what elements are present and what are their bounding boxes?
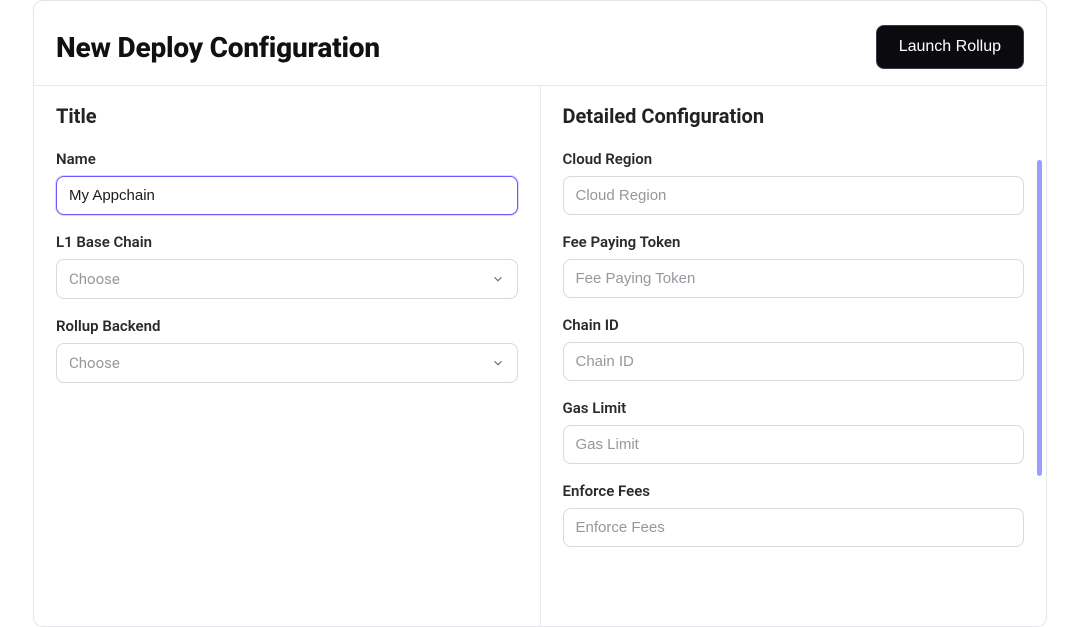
cloud-region-field: Cloud Region: [563, 150, 1025, 215]
cloud-region-label: Cloud Region: [563, 150, 1025, 168]
deploy-config-card: New Deploy Configuration Launch Rollup T…: [33, 0, 1047, 627]
chevron-down-icon: [491, 356, 505, 370]
chevron-down-icon: [491, 272, 505, 286]
l1-base-chain-select[interactable]: Choose: [56, 259, 518, 299]
rollup-backend-value: Choose: [69, 354, 120, 372]
chain-id-input[interactable]: [563, 342, 1025, 381]
l1-base-chain-value: Choose: [69, 270, 120, 288]
card-header: New Deploy Configuration Launch Rollup: [34, 1, 1046, 85]
title-section-heading: Title: [56, 104, 518, 128]
gas-limit-input[interactable]: [563, 425, 1025, 464]
fee-paying-token-label: Fee Paying Token: [563, 233, 1025, 251]
fee-paying-token-input[interactable]: [563, 259, 1025, 298]
title-section: Title Name L1 Base Chain Choose Roll: [34, 86, 541, 626]
detailed-config-heading: Detailed Configuration: [563, 104, 1025, 128]
enforce-fees-field: Enforce Fees: [563, 482, 1025, 547]
name-input[interactable]: [56, 176, 518, 215]
fee-paying-token-field: Fee Paying Token: [563, 233, 1025, 298]
config-columns: Title Name L1 Base Chain Choose Roll: [34, 85, 1046, 626]
detailed-config-section: Detailed Configuration Cloud Region Fee …: [541, 86, 1047, 626]
chain-id-label: Chain ID: [563, 316, 1025, 334]
l1-base-chain-field: L1 Base Chain Choose: [56, 233, 518, 299]
page-title: New Deploy Configuration: [56, 31, 380, 64]
rollup-backend-label: Rollup Backend: [56, 317, 518, 335]
chain-id-field: Chain ID: [563, 316, 1025, 381]
rollup-backend-field: Rollup Backend Choose: [56, 317, 518, 383]
gas-limit-label: Gas Limit: [563, 399, 1025, 417]
l1-base-chain-label: L1 Base Chain: [56, 233, 518, 251]
name-label: Name: [56, 150, 518, 168]
scrollbar-thumb[interactable]: [1037, 160, 1042, 476]
rollup-backend-select[interactable]: Choose: [56, 343, 518, 383]
enforce-fees-input[interactable]: [563, 508, 1025, 547]
cloud-region-input[interactable]: [563, 176, 1025, 215]
gas-limit-field: Gas Limit: [563, 399, 1025, 464]
launch-rollup-button[interactable]: Launch Rollup: [876, 25, 1024, 69]
name-field: Name: [56, 150, 518, 215]
enforce-fees-label: Enforce Fees: [563, 482, 1025, 500]
